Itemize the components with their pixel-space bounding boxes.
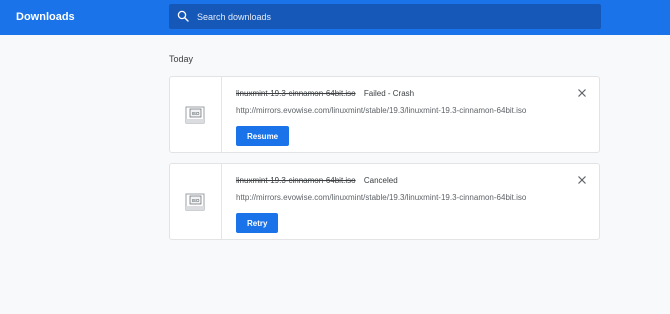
download-status: Failed - Crash <box>363 89 415 98</box>
download-item: ISO linuxmint-19.3-cinnamon-64bit.iso Ca… <box>169 163 600 240</box>
close-icon[interactable] <box>577 175 587 185</box>
retry-button[interactable]: Retry <box>236 213 279 233</box>
page-title: Downloads <box>16 11 75 23</box>
download-status: Canceled <box>363 176 398 185</box>
iso-file-icon: ISO <box>185 193 205 211</box>
file-name-link[interactable]: linuxmint-19.3-cinnamon-64bit.iso <box>236 176 356 185</box>
resume-button[interactable]: Resume <box>236 126 290 146</box>
file-icon-area: ISO <box>170 164 222 239</box>
iso-file-icon: ISO <box>185 106 205 124</box>
file-icon-area: ISO <box>170 77 222 152</box>
search-input[interactable] <box>197 4 587 29</box>
close-icon[interactable] <box>577 88 587 98</box>
download-item: ISO linuxmint-19.3-cinnamon-64bit.iso Fa… <box>169 76 600 153</box>
file-name-link[interactable]: linuxmint-19.3-cinnamon-64bit.iso <box>236 89 356 98</box>
app-header: Downloads <box>0 0 670 35</box>
file-icon-label: ISO <box>192 198 200 203</box>
file-url[interactable]: http://mirrors.evowise.com/linuxmint/sta… <box>236 106 526 115</box>
search-box[interactable] <box>169 4 601 29</box>
file-icon-label: ISO <box>192 111 200 116</box>
section-heading-today: Today <box>169 54 194 64</box>
search-icon[interactable] <box>177 10 189 22</box>
file-url[interactable]: http://mirrors.evowise.com/linuxmint/sta… <box>236 193 526 202</box>
